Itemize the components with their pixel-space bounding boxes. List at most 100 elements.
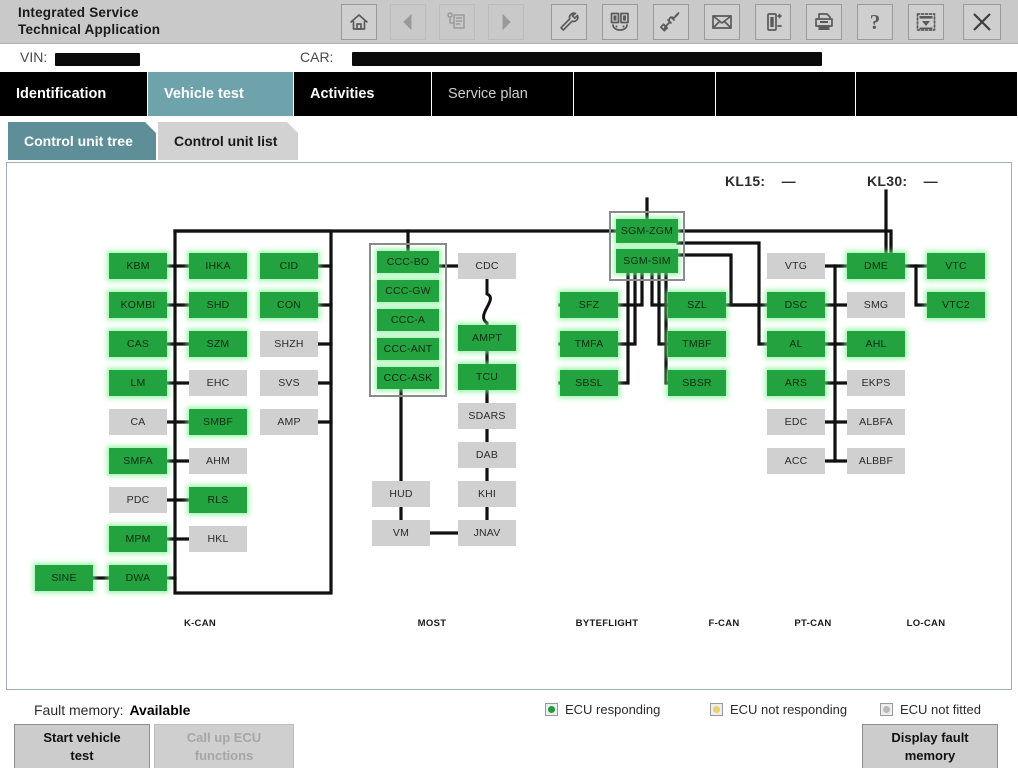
ecu-node-kbm[interactable]: KBM (109, 253, 167, 279)
main-tab-empty-4 (574, 72, 716, 116)
ecu-node-vtg[interactable]: VTG (767, 253, 825, 279)
ecu-node-cas[interactable]: CAS (109, 331, 167, 357)
legend-dot-icon (713, 706, 720, 713)
title-bar: Integrated Service Technical Application… (0, 0, 1018, 44)
toolbar-button-printer[interactable] (806, 4, 842, 40)
ecu-node-ca[interactable]: CA (109, 409, 167, 435)
ecu-node-smfa[interactable]: SMFA (109, 448, 167, 474)
ecu-node-al[interactable]: AL (767, 331, 825, 357)
toolbar-button-diagnosis[interactable] (602, 4, 638, 40)
ecu-node-ars[interactable]: ARS (767, 370, 825, 396)
ecu-node-sdars[interactable]: SDARS (458, 403, 516, 429)
tab-control-unit-list[interactable]: Control unit list (158, 122, 298, 160)
start-vehicle-test-button[interactable]: Start vehicle test (14, 724, 150, 768)
ecu-node-ehc[interactable]: EHC (189, 370, 247, 396)
ecu-node-sine[interactable]: SINE (35, 565, 93, 591)
ecu-node-ekps[interactable]: EKPS (847, 370, 905, 396)
ecu-node-mpm[interactable]: MPM (109, 526, 167, 552)
ecu-node-rls[interactable]: RLS (189, 487, 247, 513)
ecu-node-sfz[interactable]: SFZ (560, 292, 618, 318)
ecu-node-tcu[interactable]: TCU (458, 364, 516, 390)
call-up-ecu-functions-button: Call up ECU functions (154, 724, 294, 768)
ecu-node-khi[interactable]: KHI (458, 481, 516, 507)
ecu-node-dme[interactable]: DME (847, 253, 905, 279)
car-value-redacted (352, 52, 822, 66)
ecu-node-tmbf[interactable]: TMBF (668, 331, 726, 357)
ecu-node-cdc[interactable]: CDC (458, 253, 516, 279)
ecu-node-szm[interactable]: SZM (189, 331, 247, 357)
ecu-node-lm[interactable]: LM (109, 370, 167, 396)
ecu-node-edc[interactable]: EDC (767, 409, 825, 435)
ecu-node-albbf[interactable]: ALBBF (847, 448, 905, 474)
ecu-node-ahl[interactable]: AHL (847, 331, 905, 357)
ecu-node-ccc-ask[interactable]: CCC-ASK (377, 367, 439, 389)
ecu-node-albfa[interactable]: ALBFA (847, 409, 905, 435)
ecu-node-label: LM (130, 377, 146, 389)
main-tab-vehicle-test[interactable]: Vehicle test (148, 72, 294, 116)
ecu-node-vm[interactable]: VM (372, 520, 430, 546)
vin-label: VIN: (20, 49, 48, 65)
ecu-node-smbf[interactable]: SMBF (189, 409, 247, 435)
ecu-node-hkl[interactable]: HKL (189, 526, 247, 552)
toolbar-button-envelope[interactable] (704, 4, 740, 40)
ecu-node-sbsr[interactable]: SBSR (668, 370, 726, 396)
ecu-node-dwa[interactable]: DWA (109, 565, 167, 591)
bus-label-most: MOST (417, 618, 447, 629)
toolbar-button-home[interactable] (341, 4, 377, 40)
ecu-node-shd[interactable]: SHD (189, 292, 247, 318)
ecu-node-dsc[interactable]: DSC (767, 292, 825, 318)
main-tab-activities[interactable]: Activities (294, 72, 432, 116)
ecu-node-dab[interactable]: DAB (458, 442, 516, 468)
ecu-node-ccc-gw[interactable]: CCC-GW (377, 280, 439, 302)
toolbar-button-battery[interactable] (755, 4, 791, 40)
ecu-node-ihka[interactable]: IHKA (189, 253, 247, 279)
ecu-node-ampt[interactable]: AMPT (458, 325, 516, 351)
ecu-node-sgm-zgm[interactable]: SGM-ZGM (616, 219, 678, 243)
ecu-node-cid[interactable]: CID (260, 253, 318, 279)
ecu-node-sbsl[interactable]: SBSL (560, 370, 618, 396)
legend-swatch-icon (545, 703, 558, 716)
ecu-node-label: IHKA (205, 260, 231, 272)
tab-control-unit-tree[interactable]: Control unit tree (8, 122, 156, 160)
ecu-node-kombi[interactable]: KOMBI (109, 292, 167, 318)
ecu-node-vtc2[interactable]: VTC2 (927, 292, 985, 318)
toolbar-button-minimize[interactable] (908, 4, 944, 40)
ecu-node-label: MPM (125, 533, 151, 545)
toolbar-button-forward-arrow (488, 4, 524, 40)
main-tab-service-plan[interactable]: Service plan (432, 72, 574, 116)
ecu-node-hud[interactable]: HUD (372, 481, 430, 507)
toolbar-button-connector[interactable] (653, 4, 689, 40)
button-label-line1: Start vehicle (43, 730, 121, 745)
ecu-node-label: CCC-ANT (383, 343, 433, 355)
ecu-node-ccc-bo[interactable]: CCC-BO (377, 251, 439, 273)
ecu-node-szl[interactable]: SZL (668, 292, 726, 318)
ecu-node-label: CDC (475, 260, 499, 272)
ecu-node-jnav[interactable]: JNAV (458, 520, 516, 546)
ecu-node-shzh[interactable]: SHZH (260, 331, 318, 357)
ecu-node-tmfa[interactable]: TMFA (560, 331, 618, 357)
ecu-node-acc[interactable]: ACC (767, 448, 825, 474)
display-fault-memory-button[interactable]: Display fault memory (862, 724, 998, 768)
ecu-node-label: AHL (865, 338, 887, 350)
ecu-node-sgm-sim[interactable]: SGM-SIM (616, 249, 678, 273)
ecu-node-pdc[interactable]: PDC (109, 487, 167, 513)
toolbar-button-help[interactable]: ? (857, 4, 893, 40)
ecu-node-ccc-ant[interactable]: CCC-ANT (377, 338, 439, 360)
ecu-node-svs[interactable]: SVS (260, 370, 318, 396)
ecu-node-ahm[interactable]: AHM (189, 448, 247, 474)
ecu-node-vtc[interactable]: VTC (927, 253, 985, 279)
ecu-node-ccc-a[interactable]: CCC-A (377, 309, 439, 331)
button-label-line2: test (70, 748, 94, 763)
legend-dot-icon (548, 706, 555, 713)
tab-control-unit-tree-label: Control unit tree (24, 133, 133, 149)
ecu-node-amp[interactable]: AMP (260, 409, 318, 435)
toolbar-button-wrench[interactable] (551, 4, 587, 40)
button-label-line2: functions (194, 748, 254, 763)
ecu-node-label: DWA (125, 572, 151, 584)
ecu-node-smg[interactable]: SMG (847, 292, 905, 318)
ecu-node-con[interactable]: CON (260, 292, 318, 318)
main-tab-empty-6 (856, 72, 1018, 116)
main-tab-identification[interactable]: Identification (0, 72, 148, 116)
vehicle-identification-icon (445, 10, 469, 34)
toolbar-button-close[interactable] (963, 4, 1001, 40)
